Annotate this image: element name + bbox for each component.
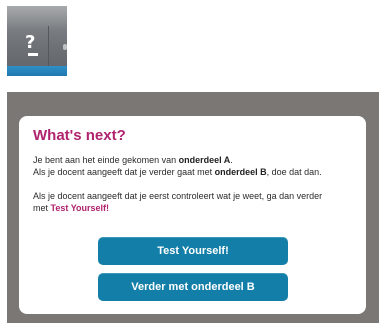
- help-underline-bar: [28, 53, 38, 56]
- dialog-text-line-2: Als je docent aangeeft dat je verder gaa…: [33, 167, 322, 177]
- dialog-text-line-3: Als je docent aangeeft dat je eerst cont…: [33, 191, 323, 201]
- dialog-text-line-4: met Test Yourself!: [33, 203, 110, 213]
- test-yourself-button[interactable]: Test Yourself!: [98, 237, 288, 265]
- modal-overlay: What's next? Je bent aan het einde gekom…: [7, 92, 379, 323]
- dialog-text-line-1: Je bent aan het einde gekomen van onderd…: [33, 155, 233, 165]
- help-button[interactable]: ?: [19, 26, 49, 66]
- toolbar-strip: ?: [7, 6, 67, 76]
- dialog-title: What's next?: [33, 127, 126, 144]
- whats-next-dialog: What's next? Je bent aan het einde gekom…: [19, 116, 366, 314]
- question-mark-icon: ?: [25, 32, 36, 53]
- toolbar-accent-bar: [7, 66, 67, 76]
- verder-onderdeel-b-button[interactable]: Verder met onderdeel B: [98, 273, 288, 301]
- partial-toolbar-icon[interactable]: [63, 44, 67, 50]
